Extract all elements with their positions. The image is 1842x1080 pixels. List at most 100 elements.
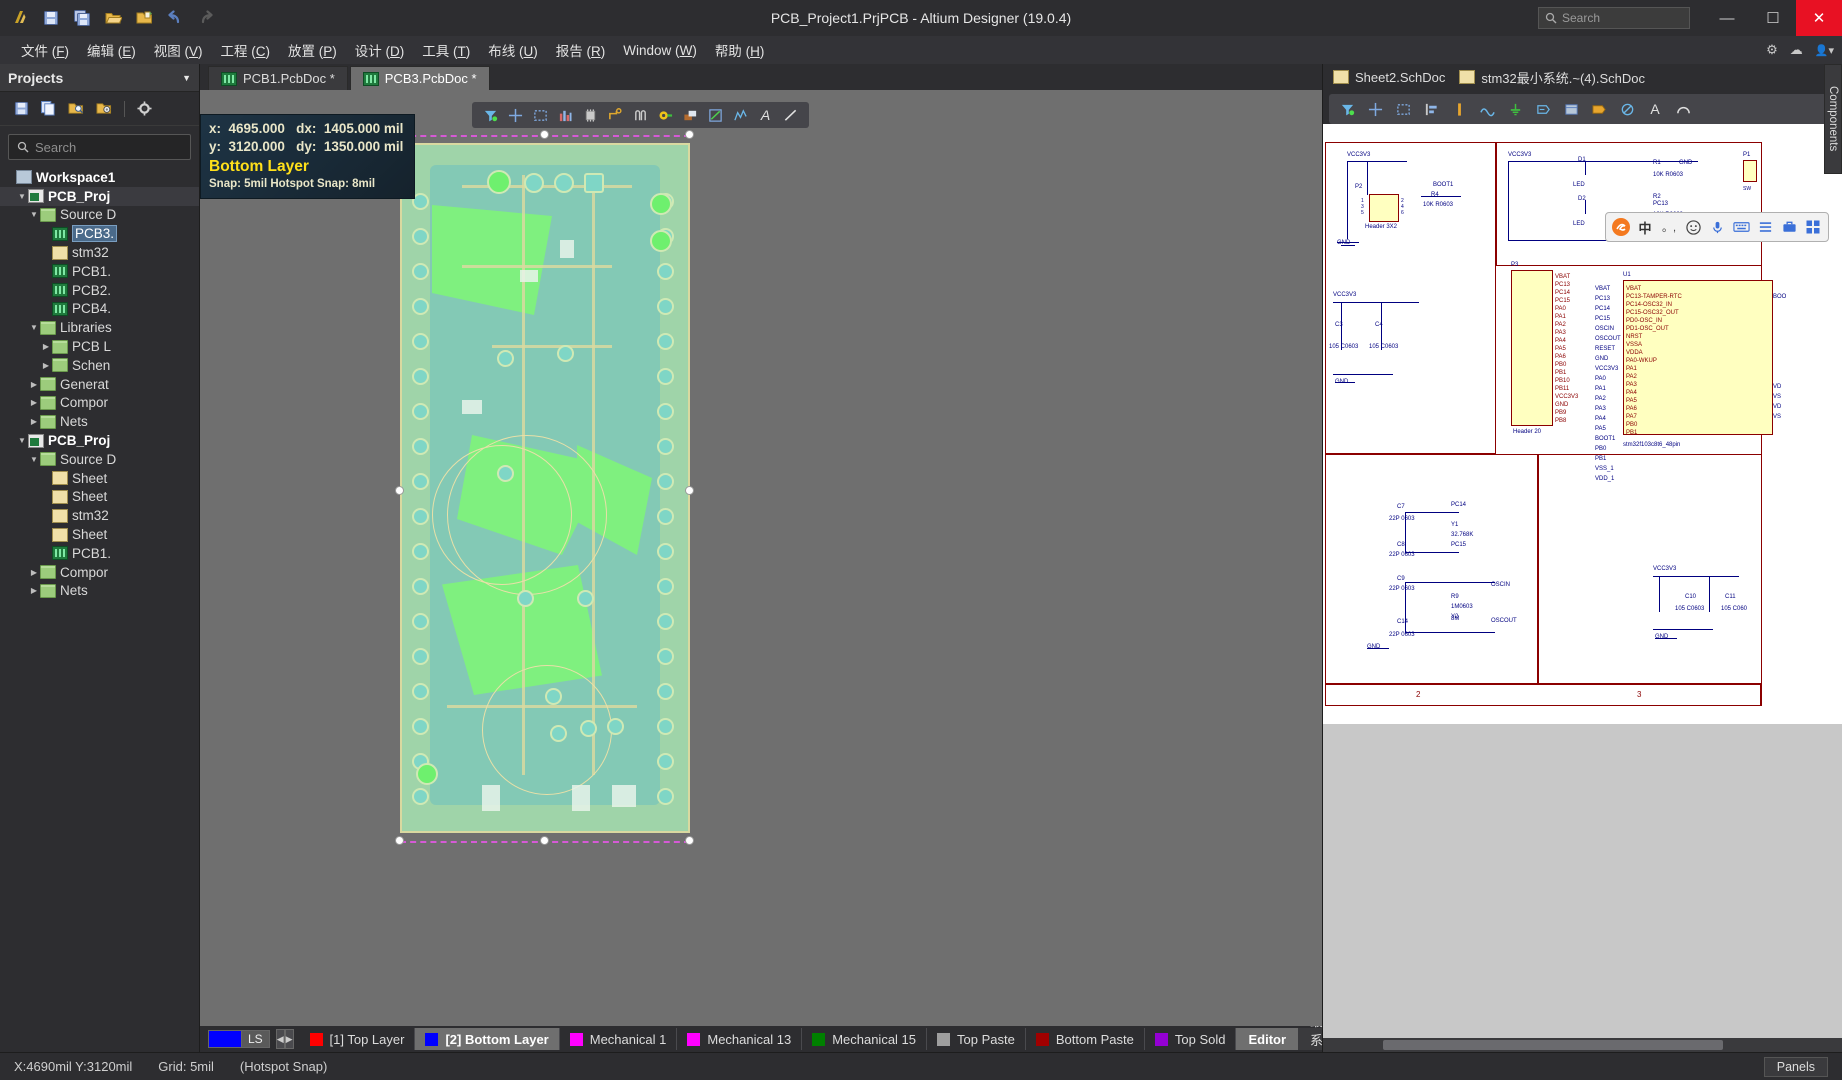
tree-item[interactable]: ▶ Compor	[0, 394, 199, 413]
filter-icon[interactable]	[478, 104, 503, 126]
tree-item[interactable]: ▼ Source D	[0, 450, 199, 469]
filter-icon[interactable]	[1333, 97, 1361, 121]
tree-item[interactable]: · PCB4.	[0, 300, 199, 319]
global-search-input[interactable]: Search	[1538, 7, 1690, 29]
layer-tab[interactable]: Top Paste	[927, 1028, 1026, 1050]
chevron-right-icon[interactable]: ▶	[28, 398, 40, 407]
minimize-button[interactable]: —	[1704, 0, 1750, 36]
net-label-icon[interactable]	[1529, 97, 1557, 121]
menu-item-m1[interactable]: 编辑 (E)	[78, 36, 145, 64]
chinese-mode-label[interactable]: 中	[1634, 216, 1656, 238]
menu-item-m3[interactable]: 工程 (C)	[212, 36, 280, 64]
layer-tab-bar[interactable]: LS ◀ ▶ [1] Top Layer [2] Bottom Layer Mech…	[200, 1026, 1322, 1052]
components-panel-tab[interactable]: Components	[1824, 64, 1842, 174]
pcb-doc-tab[interactable]: PCB3.PcbDoc *	[349, 66, 490, 90]
schematic-doc-tab[interactable]: Sheet2.SchDoc	[1333, 70, 1445, 85]
save-all-icon[interactable]	[68, 5, 96, 31]
schematic-floating-toolbar[interactable]: A	[1329, 94, 1836, 124]
settings-gear-icon[interactable]: ⚙	[1766, 42, 1778, 58]
pair-route-icon[interactable]	[628, 104, 653, 126]
open-project-browse-icon[interactable]	[68, 101, 84, 116]
wire-icon[interactable]	[1473, 97, 1501, 121]
tree-item[interactable]: · PCB2.	[0, 281, 199, 300]
chevron-right-icon[interactable]: ▶	[40, 361, 52, 370]
layer-tab[interactable]: [2] Bottom Layer	[415, 1028, 560, 1050]
tree-item[interactable]: · stm32	[0, 506, 199, 525]
maximize-button[interactable]: ☐	[1750, 0, 1796, 36]
components-icon[interactable]	[553, 104, 578, 126]
voice-input-icon[interactable]	[1706, 216, 1728, 238]
tree-item[interactable]: ▶ Nets	[0, 412, 199, 431]
save-project-icon[interactable]	[14, 101, 29, 116]
settings-icon[interactable]	[1754, 216, 1776, 238]
close-button[interactable]: ✕	[1796, 0, 1842, 36]
chevron-down-icon[interactable]: ▼	[28, 323, 40, 332]
tab-schematic-doc[interactable]: stm32最小系统.~(4)	[1298, 1026, 1322, 1052]
menu-item-m6[interactable]: 工具 (T)	[413, 36, 479, 64]
open-icon[interactable]	[99, 5, 127, 31]
align-icon[interactable]	[1417, 97, 1445, 121]
chevron-down-icon[interactable]: ▼	[16, 192, 28, 201]
layer-tab[interactable]: [1] Top Layer	[300, 1028, 416, 1050]
project-options-folder-icon[interactable]	[96, 101, 112, 116]
schematic-canvas[interactable]: 2 3 VCC3V3 P2 1 3 5 2 4 6 Header 3X2 GND	[1323, 124, 1842, 1038]
schematic-doc-tab[interactable]: stm32最小系统.~(4).SchDoc	[1459, 68, 1645, 87]
tree-item[interactable]: · PCB1.	[0, 262, 199, 281]
chevron-right-icon[interactable]: ▶	[28, 417, 40, 426]
menu-item-m4[interactable]: 放置 (P)	[279, 36, 346, 64]
menu-item-window[interactable]: Window (W)	[614, 39, 706, 62]
tree-item[interactable]: ▼ PCB_Proj	[0, 186, 199, 206]
layer-tab[interactable]: Mechanical 15	[802, 1028, 928, 1050]
layer-prev-button[interactable]: ◀	[275, 1029, 285, 1049]
menu-item-m5[interactable]: 设计 (D)	[346, 36, 414, 64]
chevron-right-icon[interactable]: ▶	[40, 342, 52, 351]
layer-tab[interactable]: Top Sold	[1145, 1028, 1237, 1050]
layer-next-button[interactable]: ▶	[284, 1029, 294, 1049]
arc-icon[interactable]	[1669, 97, 1697, 121]
polygon-pour-icon[interactable]	[678, 104, 703, 126]
ime-floating-toolbar[interactable]: 中 。,	[1605, 212, 1829, 242]
menu-item-m0[interactable]: 文件 (F)	[12, 36, 78, 64]
user-account-icon[interactable]: 👤▾	[1815, 44, 1834, 57]
toolbox-icon[interactable]	[1778, 216, 1800, 238]
tree-item[interactable]: ▶ Schen	[0, 356, 199, 375]
gnd-port-icon[interactable]	[1501, 97, 1529, 121]
tree-item[interactable]: · Sheet	[0, 525, 199, 544]
keyboard-icon[interactable]	[1730, 216, 1752, 238]
pcb-floating-toolbar[interactable]: A	[472, 102, 809, 128]
apps-grid-icon[interactable]	[1802, 216, 1824, 238]
text-icon[interactable]: A	[1641, 97, 1669, 121]
panel-settings-gear-icon[interactable]	[137, 101, 152, 116]
ime-logo-icon[interactable]	[1610, 216, 1632, 238]
tree-item[interactable]: · PCB1.	[0, 544, 199, 563]
layer-tab[interactable]: Bottom Paste	[1026, 1028, 1145, 1050]
tree-item[interactable]: ▶ Nets	[0, 582, 199, 601]
chevron-down-icon[interactable]: ▼	[16, 436, 28, 445]
chevron-down-icon[interactable]: ▼	[28, 455, 40, 464]
tree-item[interactable]: ▼ Libraries	[0, 318, 199, 337]
layer-tab[interactable]: Mechanical 1	[560, 1028, 678, 1050]
menu-item-m10[interactable]: 帮助 (H)	[706, 36, 774, 64]
dimension-icon[interactable]	[728, 104, 753, 126]
chevron-right-icon[interactable]: ▶	[28, 568, 40, 577]
tree-item[interactable]: · Sheet	[0, 488, 199, 507]
pcb-canvas[interactable]: A x: 4695.000 dx: 1405.000 mil y: 3120.0…	[200, 90, 1322, 1026]
tree-item[interactable]: ▼ Source D	[0, 206, 199, 225]
schematic-horizontal-scrollbar[interactable]	[1323, 1038, 1842, 1052]
bus-icon[interactable]	[1445, 97, 1473, 121]
project-tree[interactable]: · Workspace1 ▼ PCB_Proj ▼ Source D · PCB3. · stm3…	[0, 164, 199, 1052]
save-icon[interactable]	[37, 5, 65, 31]
pcb-doc-tab[interactable]: PCB1.PcbDoc *	[208, 66, 348, 90]
port-icon[interactable]	[1585, 97, 1613, 121]
tree-item[interactable]: ▶ Generat	[0, 375, 199, 394]
punctuation-icon[interactable]: 。,	[1658, 216, 1680, 238]
tree-item[interactable]: · Workspace1	[0, 168, 199, 187]
sheet-symbol-icon[interactable]	[1557, 97, 1585, 121]
tree-item[interactable]: ▶ PCB L	[0, 337, 199, 356]
menu-item-m8[interactable]: 报告 (R)	[547, 36, 615, 64]
via-icon[interactable]	[653, 104, 678, 126]
select-rect-icon[interactable]	[1389, 97, 1417, 121]
tab-editor[interactable]: Editor	[1236, 1028, 1299, 1050]
tree-item[interactable]: ▼ PCB_Proj	[0, 431, 199, 450]
text-string-icon[interactable]: A	[753, 104, 778, 126]
